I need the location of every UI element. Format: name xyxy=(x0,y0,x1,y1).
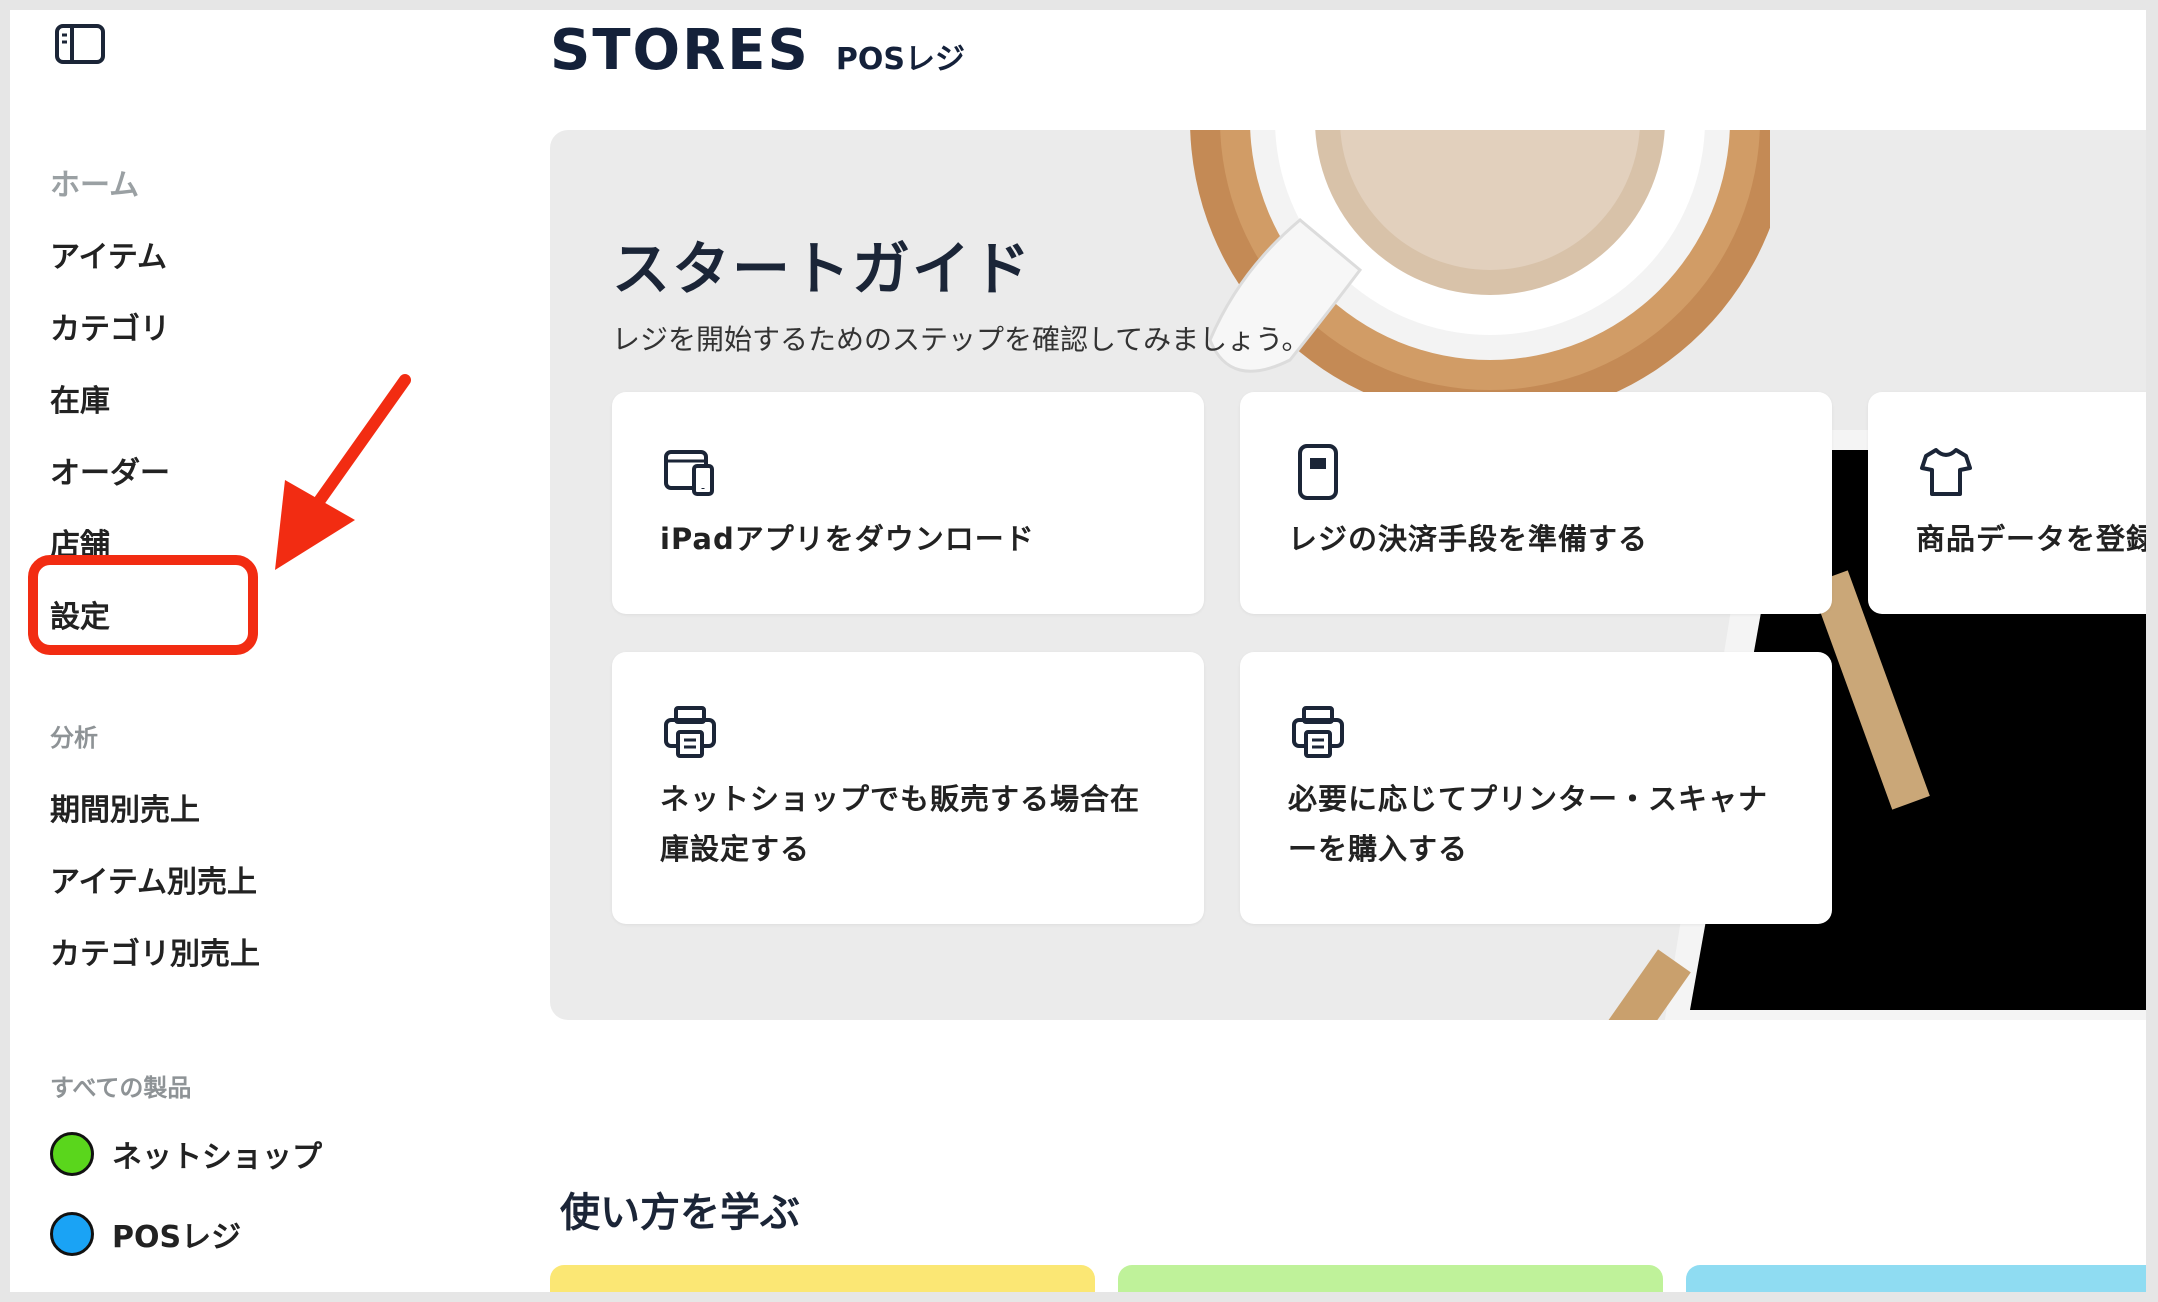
learn-card-3[interactable] xyxy=(1686,1265,2146,1292)
learn-section-title: 使い方を学ぶ xyxy=(560,1190,800,1236)
settings-highlight-box xyxy=(28,555,258,655)
sidebar-item-home[interactable]: ホーム xyxy=(50,160,139,204)
guide-card-label: iPadアプリをダウンロード xyxy=(660,522,1035,556)
guide-card-label-line1: 必要に応じてプリンター・スキャナ xyxy=(1288,782,1769,816)
product-netshop[interactable]: ネットショップ xyxy=(50,1132,322,1176)
guide-card-label: レジの決済手段を準備する xyxy=(1288,522,1649,556)
app-window: ホーム アイテム カテゴリ 在庫 オーダー 店舗 設定 分析 期間別売上 アイテ… xyxy=(10,10,2146,1292)
guide-card-label-line1: ネットショップでも販売する場合在 xyxy=(660,782,1141,816)
tshirt-icon xyxy=(1920,448,1972,496)
brand-header[interactable]: STORES POSレジ xyxy=(550,18,965,83)
product-pos[interactable]: POSレジ xyxy=(50,1212,241,1256)
guide-card-payment[interactable]: レジの決済手段を準備する xyxy=(1240,392,1832,614)
start-guide-subtitle: レジを開始するためのステップを確認してみましょう。 xyxy=(612,323,1310,356)
tablet-phone-icon xyxy=(664,450,714,496)
sidebar-item-orders[interactable]: オーダー xyxy=(50,448,170,492)
sidebar-item-sales-by-period[interactable]: 期間別売上 xyxy=(50,785,200,829)
stores-logo: STORES xyxy=(550,18,810,83)
guide-card-inventory[interactable]: ネットショップでも販売する場合在 庫設定する xyxy=(612,652,1204,924)
pointer-arrow-icon xyxy=(275,374,411,570)
sidebar-item-categories[interactable]: カテゴリ xyxy=(50,304,170,348)
guide-card-product-data[interactable]: 商品データを登録 xyxy=(1868,392,2146,614)
analysis-section-label: 分析 xyxy=(50,724,98,752)
start-guide-title: スタートガイド xyxy=(612,235,1033,303)
card-reader-icon xyxy=(1298,444,1338,500)
printer-icon xyxy=(1292,706,1344,758)
guide-card-label-line2: 庫設定する xyxy=(660,832,811,866)
sidebar-item-sales-by-category[interactable]: カテゴリ別売上 xyxy=(50,929,260,973)
learn-card-1[interactable] xyxy=(550,1265,1095,1292)
pos-dot-icon xyxy=(50,1212,94,1256)
sidebar-item-sales-by-item[interactable]: アイテム別売上 xyxy=(50,857,257,901)
start-guide-panel: スタートガイド レジを開始するためのステップを確認してみましょう。 iPadアプ… xyxy=(550,130,2146,1020)
product-pos-label: POSレジ xyxy=(112,1220,242,1255)
learn-card-2[interactable] xyxy=(1118,1265,1663,1292)
guide-card-printer[interactable]: 必要に応じてプリンター・スキャナ ーを購入する xyxy=(1240,652,1832,924)
sidebar-toggle-icon[interactable] xyxy=(54,22,106,66)
sidebar-item-inventory[interactable]: 在庫 xyxy=(50,376,110,420)
printer-icon xyxy=(664,706,716,758)
product-netshop-label: ネットショップ xyxy=(112,1140,322,1175)
product-name: POSレジ xyxy=(835,42,965,77)
all-products-label: すべての製品 xyxy=(50,1074,192,1102)
guide-card-ipad-app[interactable]: iPadアプリをダウンロード xyxy=(612,392,1204,614)
guide-card-label: 商品データを登録 xyxy=(1916,522,2146,556)
netshop-dot-icon xyxy=(50,1132,94,1176)
sidebar-item-items[interactable]: アイテム xyxy=(50,232,167,276)
guide-card-label-line2: ーを購入する xyxy=(1288,832,1469,866)
